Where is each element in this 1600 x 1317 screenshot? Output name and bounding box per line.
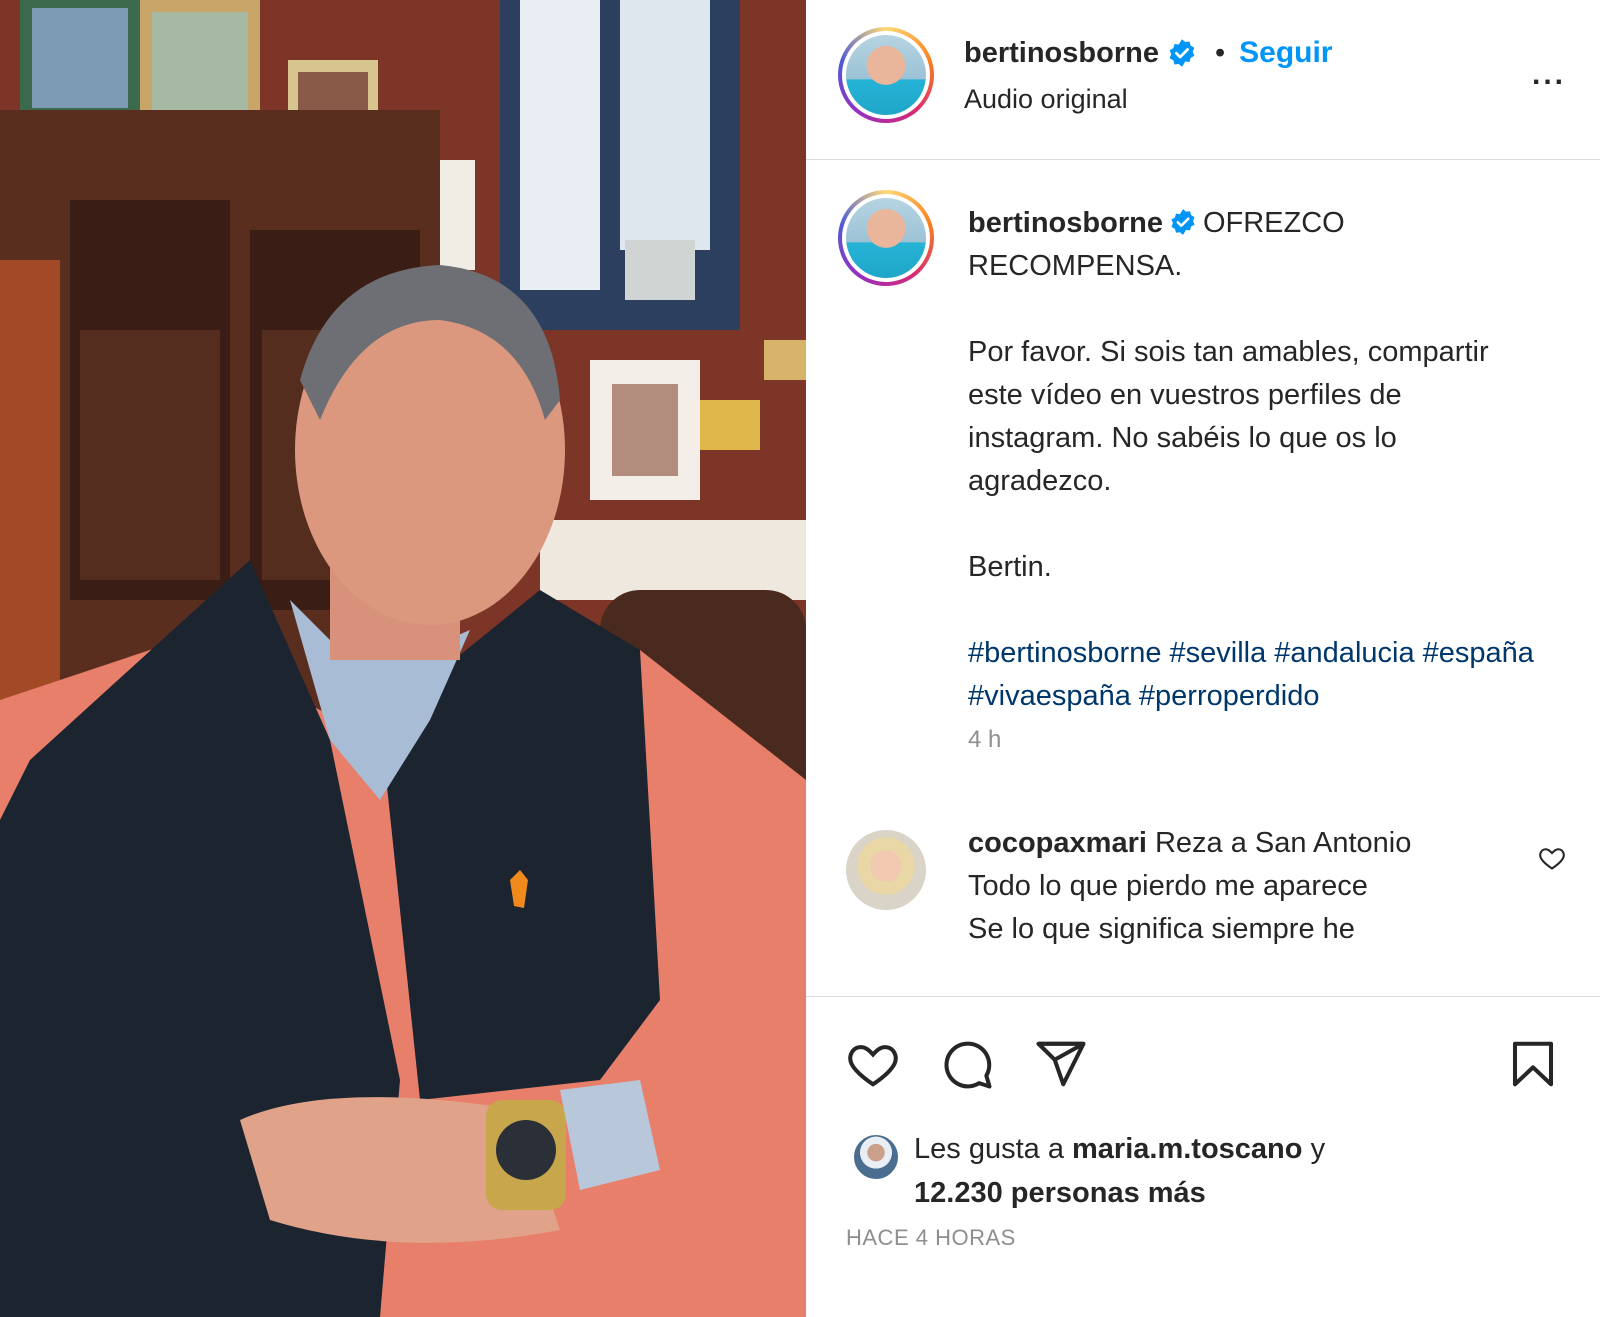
likes-count-link[interactable]: 12.230 personas más — [914, 1177, 1206, 1209]
comment-item: cocopaxmari Reza a San Antonio Todo lo q… — [968, 822, 1508, 951]
likes-prefix: Les gusta a — [914, 1133, 1064, 1165]
more-options-icon[interactable]: ... — [1532, 58, 1566, 92]
caption-timestamp[interactable]: 4 h — [968, 726, 1001, 754]
heart-icon[interactable] — [846, 1037, 900, 1091]
post-caption: bertinosborne OFREZCO RECOMPENSA. Por fa… — [968, 202, 1538, 718]
profile-avatar[interactable] — [838, 27, 934, 123]
header-user: bertinosborne • Seguir — [964, 36, 1332, 70]
verified-badge-icon — [1171, 209, 1195, 235]
post-video[interactable] — [0, 0, 806, 1317]
audio-link[interactable]: Audio original — [964, 84, 1128, 115]
caption-signature: Bertin. — [968, 551, 1052, 583]
post-time-ago[interactable]: HACE 4 HORAS — [846, 1225, 1016, 1251]
action-bar: Les gusta a maria.m.toscano y 12.230 per… — [806, 996, 1600, 1317]
post-header: bertinosborne • Seguir Audio original ..… — [806, 0, 1600, 160]
bookmark-icon[interactable] — [1506, 1037, 1560, 1091]
comments-section[interactable]: bertinosborne OFREZCO RECOMPENSA. Por fa… — [806, 160, 1600, 996]
header-username[interactable]: bertinosborne — [964, 37, 1159, 70]
comment-text-line2: Todo lo que pierdo me aparece — [968, 870, 1368, 902]
comment-text-line1: Reza a San Antonio — [1154, 827, 1412, 859]
liker-avatar[interactable] — [852, 1133, 900, 1181]
commenter-avatar[interactable] — [846, 830, 926, 910]
verified-badge-icon — [1169, 39, 1195, 67]
post-panel: bertinosborne • Seguir Audio original ..… — [806, 0, 1600, 1317]
comment-text-line3: Se lo que significa siempre he — [968, 913, 1355, 945]
share-icon[interactable] — [1034, 1037, 1088, 1091]
comment-heart-icon[interactable] — [1538, 844, 1566, 872]
likes-summary: Les gusta a maria.m.toscano y 12.230 per… — [914, 1127, 1474, 1215]
likes-and: y — [1310, 1133, 1326, 1165]
video-frame-illustration — [0, 0, 806, 1317]
caption-username[interactable]: bertinosborne — [968, 207, 1163, 239]
follow-button[interactable]: Seguir — [1239, 36, 1332, 70]
comment-username[interactable]: cocopaxmari — [968, 827, 1147, 859]
caption-hashtags[interactable]: #bertinosborne #sevilla #andalucia #espa… — [968, 632, 1538, 718]
comment-icon[interactable] — [940, 1037, 994, 1091]
caption-paragraph: Por favor. Si sois tan amables, comparti… — [968, 336, 1489, 497]
likes-user-link[interactable]: maria.m.toscano — [1072, 1133, 1302, 1165]
caption-avatar[interactable] — [838, 190, 934, 286]
separator-dot: • — [1214, 36, 1226, 69]
